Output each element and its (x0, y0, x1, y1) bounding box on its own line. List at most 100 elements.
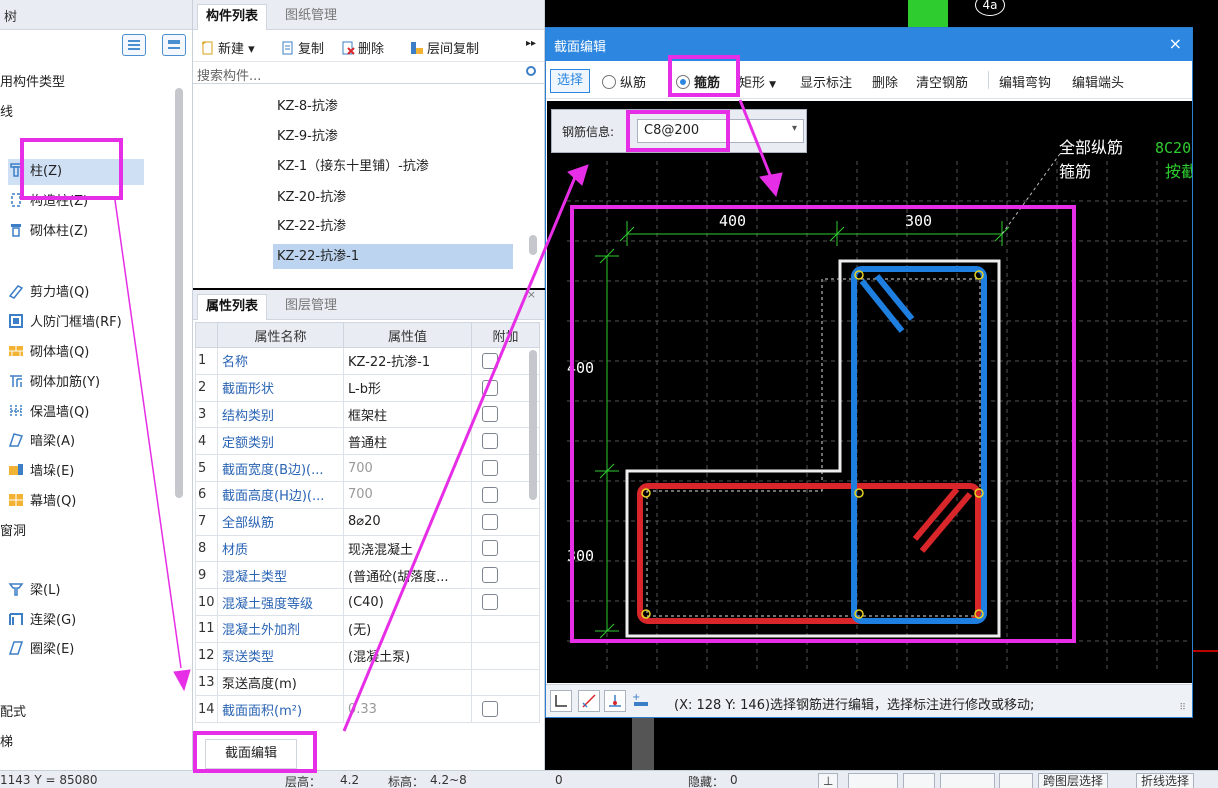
nav-item-insulation-wall[interactable]: 保温墙(Q) (8, 400, 178, 426)
extra-checkbox[interactable] (482, 406, 498, 423)
delete-rebar-button[interactable]: 删除 (872, 72, 898, 91)
extra-checkbox[interactable] (482, 594, 498, 611)
nav-item-curtain-wall[interactable]: 幕墙(Q) (8, 489, 178, 515)
extra-checkbox[interactable] (482, 460, 498, 477)
property-row[interactable]: 3 结构类别 框架柱 (195, 400, 540, 429)
search-input[interactable]: 搜索构件... (197, 69, 261, 84)
extra-checkbox[interactable] (482, 513, 498, 530)
property-value[interactable]: 现浇混凝土 (343, 534, 472, 563)
resize-grip-icon[interactable]: ⠿ (1179, 703, 1186, 713)
nav-item-masonry-reinforcement[interactable]: 砌体加筋(Y) (8, 370, 178, 396)
extra-checkbox[interactable] (482, 540, 498, 557)
status-toggle-button[interactable] (903, 773, 935, 788)
property-value[interactable]: (C40) (343, 588, 472, 616)
new-button[interactable]: 新建 ▾ (201, 38, 255, 57)
nav-item-openings[interactable]: 窗洞 (0, 519, 170, 545)
property-row[interactable]: 1 名称 KZ-22-抗渗-1 (195, 347, 540, 375)
property-value[interactable]: (混凝土泵) (343, 641, 472, 670)
nav-item-hidden-beam[interactable]: 暗梁(A) (8, 429, 178, 455)
property-row[interactable]: 2 截面形状 L-b形 (195, 373, 540, 402)
layer-select-button[interactable]: 跨图层选择 (1038, 773, 1109, 788)
close-icon[interactable]: × (1169, 34, 1182, 53)
nav-item-masonry-wall[interactable]: 砌体墙(Q) (8, 340, 178, 366)
status-toggle-button[interactable] (848, 773, 898, 788)
more-icon[interactable]: ▸▸ (526, 38, 536, 49)
property-row[interactable]: 10 混凝土强度等级 (C40) (195, 588, 540, 616)
component-item[interactable]: KZ-8-抗渗 (273, 94, 342, 119)
copy-button[interactable]: 复制 (281, 38, 324, 57)
longitudinal-radio[interactable]: 纵筋 (602, 72, 646, 91)
nav-item-prefab[interactable]: 配式 (0, 700, 170, 726)
property-value[interactable]: 框架柱 (343, 400, 472, 429)
property-row[interactable]: 8 材质 现浇混凝土 (195, 534, 540, 563)
nav-item-coupling-beam[interactable]: 连梁(G) (8, 608, 178, 634)
search-icon[interactable] (526, 66, 536, 76)
property-row[interactable]: 11 混凝土外加剂 (无) (195, 614, 540, 643)
component-item[interactable]: KZ-1（接东十里铺）-抗渗 (273, 154, 433, 179)
orthogonal-icon[interactable] (550, 690, 572, 712)
select-button[interactable]: 选择 (550, 69, 590, 93)
edit-hook-button[interactable]: 编辑弯钩 (999, 72, 1051, 91)
tab-layer-management[interactable]: 图层管理 (277, 294, 345, 320)
nav-item-wall-pier[interactable]: 墙垛(E) (8, 459, 178, 485)
property-row[interactable]: 14 截面面积(m²) 0.33 (195, 695, 540, 724)
property-value[interactable]: 700 (343, 480, 472, 509)
component-item[interactable]: KZ-20-抗渗 (273, 185, 350, 210)
property-value[interactable]: (无) (343, 614, 472, 643)
property-row[interactable]: 13 泵送高度(m) (195, 668, 540, 697)
property-row[interactable]: 9 混凝土类型 (普通砼(胡落度... (195, 561, 540, 590)
extra-checkbox[interactable] (482, 352, 498, 369)
extra-checkbox[interactable] (482, 433, 498, 450)
nav-item-beam[interactable]: 梁(L) (8, 578, 178, 604)
nav-item-axis[interactable]: 线 (0, 100, 170, 126)
property-row[interactable]: 12 泵送类型 (混凝土泵) (195, 641, 540, 670)
property-row[interactable]: 7 全部纵筋 8⌀20 (195, 507, 540, 536)
tab-drawing-management[interactable]: 图纸管理 (277, 4, 345, 30)
component-item[interactable]: KZ-22-抗渗 (273, 214, 350, 239)
list-view-button[interactable] (122, 34, 146, 56)
edit-end-button[interactable]: 编辑端头 (1072, 72, 1124, 91)
nav-item-shear-wall[interactable]: 剪力墙(Q) (8, 280, 178, 306)
component-item-selected[interactable]: KZ-22-抗渗-1 (273, 244, 513, 269)
property-row[interactable]: 5 截面宽度(B边)(... 700 (195, 454, 540, 482)
extra-checkbox[interactable] (482, 567, 498, 584)
floor-copy-button[interactable]: 层间复制 (410, 38, 479, 57)
perpendicular-icon[interactable] (604, 690, 626, 712)
tab-component-list[interactable]: 构件列表 (197, 4, 268, 30)
property-value[interactable]: 0.33 (343, 695, 472, 724)
property-value[interactable] (343, 668, 472, 697)
drawing-area-right[interactable] (1193, 27, 1218, 770)
property-scrollbar[interactable] (529, 350, 537, 500)
property-value[interactable]: 普通柱 (343, 427, 472, 456)
property-row[interactable]: 4 定额类别 普通柱 (195, 427, 540, 456)
show-dims-button[interactable]: 显示标注 (800, 72, 852, 91)
drawing-area[interactable] (545, 0, 1218, 27)
nav-item-common-types[interactable]: 用构件类型 (0, 70, 170, 96)
nav-item-civil-defense-wall[interactable]: 人防门框墙(RF) (8, 310, 178, 336)
nav-item-stairs[interactable]: 梯 (0, 730, 170, 756)
nav-item-masonry-column[interactable]: 砌体柱(Z) (8, 219, 178, 245)
property-row[interactable]: 6 截面高度(H边)(... 700 (195, 480, 540, 509)
component-scrollbar[interactable] (529, 235, 537, 255)
component-search[interactable]: 搜索构件... (193, 62, 544, 84)
nav-item-ring-beam[interactable]: 圈梁(E) (8, 637, 178, 663)
close-icon[interactable]: × (527, 288, 536, 301)
fold-select-button[interactable]: 折线选择 (1136, 773, 1195, 788)
shape-select[interactable]: 矩形 ▼ (739, 72, 776, 91)
extra-checkbox[interactable] (482, 379, 498, 396)
property-value[interactable]: L-b形 (343, 373, 472, 402)
status-toggle-button[interactable] (999, 773, 1033, 788)
panel-view-button[interactable] (162, 34, 186, 56)
snap-line-icon[interactable] (578, 690, 600, 712)
property-value[interactable]: 700 (343, 454, 472, 482)
extra-checkbox[interactable] (482, 486, 498, 503)
delete-button[interactable]: 删除 (341, 38, 384, 57)
property-value[interactable]: (普通砼(胡落度... (343, 561, 472, 590)
component-item[interactable]: KZ-9-抗渗 (273, 124, 342, 149)
status-toggle-button[interactable] (940, 773, 995, 788)
property-value[interactable]: KZ-22-抗渗-1 (343, 347, 472, 375)
clear-rebar-button[interactable]: 清空钢筋 (916, 72, 968, 91)
snap-mode-icon[interactable]: + (630, 690, 652, 712)
property-value[interactable]: 8⌀20 (343, 507, 472, 536)
status-toggle-button[interactable]: ⊥ (818, 773, 839, 788)
